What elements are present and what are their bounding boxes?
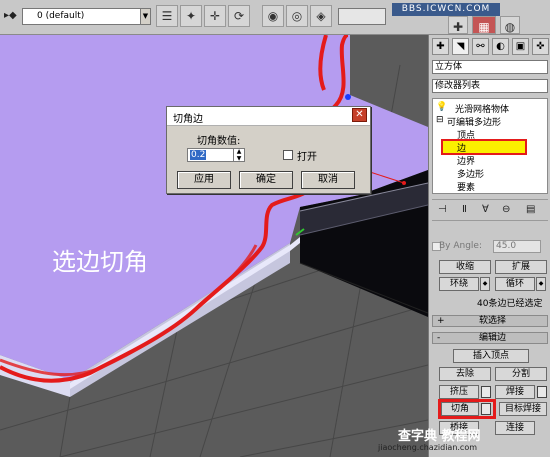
show-end-result-icon[interactable]: Ⅱ [462, 204, 467, 215]
stack-item-element[interactable]: 要素 [457, 180, 475, 193]
footer-watermark: 查字典 教程网 [398, 429, 481, 444]
spinner-arrows-icon[interactable]: ▲ ▼ [233, 148, 244, 162]
pin-stack-icon[interactable]: ⊣ [438, 204, 447, 215]
main-toolbar: ▸◆ 0 (default) ▼ ☰ ✦ ✛ ⟳ ◉ ◎ ◈ BBS.ICWCN… [0, 0, 550, 35]
environment-icon[interactable]: ◍ [500, 16, 520, 34]
weld-settings-icon[interactable] [537, 386, 547, 398]
render-setup-icon[interactable]: ◉ [262, 5, 284, 27]
chamfer-amount-label: 切角数值: [197, 136, 241, 147]
by-angle-label: By Angle: [439, 241, 483, 251]
dialog-title: 切角边 [173, 114, 203, 125]
stack-item-border[interactable]: 边界 [457, 154, 475, 167]
quick-render-icon[interactable]: ◎ [286, 5, 308, 27]
rollout-soft-selection[interactable]: + 软选择 [432, 315, 548, 327]
modifier-list-label: 修改器列表 [435, 81, 481, 91]
connect-button[interactable]: 连接 [495, 421, 535, 435]
chamfer-amount-value: 0.2 [190, 150, 207, 160]
chevron-down-icon[interactable]: ▼ [140, 8, 151, 25]
remove-button[interactable]: 去除 [439, 367, 491, 381]
perspective-viewport[interactable]: 选边切角 [0, 35, 428, 457]
layer-properties-icon[interactable]: ☰ [156, 5, 178, 27]
remove-modifier-icon[interactable]: ⊖ [502, 204, 510, 215]
apply-button[interactable]: 应用 [177, 171, 231, 189]
stack-selection-highlight [441, 139, 527, 155]
dialog-titlebar[interactable]: 切角边 ✕ [167, 107, 370, 126]
render-last-icon[interactable]: ◈ [310, 5, 332, 27]
open-checkbox[interactable] [283, 150, 293, 160]
make-unique-icon[interactable]: ∀ [482, 204, 489, 215]
stack-item-mesh-smooth[interactable]: 光滑网格物体 [455, 102, 509, 115]
select-object-icon[interactable]: ✦ [180, 5, 202, 27]
chamfer-edges-dialog: 切角边 ✕ 切角数值: 0.2 ▲ ▼ 打开 应用 确定 取消 [166, 106, 371, 194]
footer-watermark-url: jiaocheng.chazidian.com [378, 443, 478, 452]
stack-tools-row: ⊣ Ⅱ ∀ ⊖ ▤ [432, 199, 548, 221]
create-panel-icon[interactable]: ✚ [448, 16, 468, 34]
modify-tab-icon[interactable]: ◥ [452, 38, 469, 55]
open-checkbox-label: 打开 [297, 152, 317, 163]
extrude-settings-icon[interactable] [481, 386, 491, 398]
motion-tab-icon[interactable]: ◐ [492, 38, 509, 55]
hierarchy-tab-icon[interactable]: ⚯ [472, 38, 489, 55]
display-tab-icon[interactable]: ▣ [512, 38, 529, 55]
object-name-field[interactable]: 立方体 [432, 60, 548, 74]
split-button[interactable]: 分割 [495, 367, 547, 381]
extrude-button[interactable]: 挤压 [439, 385, 479, 399]
select-move-icon[interactable]: ✛ [204, 5, 226, 27]
rollout-collapse-icon: - [437, 333, 441, 343]
insert-vertex-button[interactable]: 插入顶点 [453, 349, 529, 363]
command-panel: ✚ ◥ ⚯ ◐ ▣ ✜ 立方体 修改器列表 💡 光滑网格物体 ⊟ 可编辑多边形 … [428, 35, 550, 457]
material-editor-icon[interactable]: ▦ [472, 16, 496, 34]
viewport-caption: 选边切角 [52, 248, 148, 276]
shrink-button[interactable]: 收缩 [439, 260, 491, 274]
render-type-combo[interactable] [338, 8, 386, 25]
cancel-button[interactable]: 取消 [301, 171, 355, 189]
modifier-list-dropdown[interactable]: 修改器列表 [432, 79, 548, 93]
chamfer-highlight [438, 399, 496, 419]
close-icon[interactable]: ✕ [352, 108, 367, 122]
by-angle-field[interactable]: 45.0 [493, 240, 541, 253]
grow-button[interactable]: 扩展 [495, 260, 547, 274]
ring-button[interactable]: 环绕 [439, 277, 479, 291]
3dsmax-window: ▸◆ 0 (default) ▼ ☰ ✦ ✛ ⟳ ◉ ◎ ◈ BBS.ICWCN… [0, 0, 550, 457]
weld-button[interactable]: 焊接 [495, 385, 535, 399]
modifier-stack: 💡 光滑网格物体 ⊟ 可编辑多边形 顶点 边 边界 多边形 要素 [432, 98, 548, 194]
rollout-edit-edges[interactable]: - 编辑边 [432, 332, 548, 344]
rollout-soft-selection-title: 软选择 [479, 316, 507, 326]
create-tab-icon[interactable]: ✚ [432, 38, 449, 55]
ok-button[interactable]: 确定 [239, 171, 293, 189]
ring-spinner[interactable]: ◆ [480, 277, 490, 291]
loop-button[interactable]: 循环 [495, 277, 535, 291]
target-weld-button[interactable]: 目标焊接 [499, 402, 547, 416]
configure-sets-icon[interactable]: ▤ [526, 204, 535, 215]
rollout-edit-edges-title: 编辑边 [479, 333, 507, 343]
site-watermark: BBS.ICWCN.COM [392, 3, 500, 16]
rollout-expand-icon: + [437, 316, 445, 326]
object-name-value: 立方体 [435, 62, 463, 72]
stack-item-edge[interactable]: 边 [457, 141, 466, 154]
expand-icon[interactable]: ⊟ [436, 115, 444, 125]
layer-manager-icon[interactable]: ▸◆ [4, 10, 17, 21]
select-rotate-icon[interactable]: ⟳ [228, 5, 250, 27]
stack-item-editable-poly[interactable]: 可编辑多边形 [447, 115, 501, 128]
selection-status: 40条边已经选定 [477, 299, 543, 309]
utilities-tab-icon[interactable]: ✜ [532, 38, 549, 55]
layer-dropdown[interactable]: 0 (default) [22, 8, 148, 25]
light-bulb-icon[interactable]: 💡 [436, 102, 447, 112]
by-angle-value: 45.0 [496, 241, 517, 251]
layer-dropdown-value: 0 (default) [37, 11, 85, 21]
loop-spinner[interactable]: ◆ [536, 277, 546, 291]
stack-item-polygon[interactable]: 多边形 [457, 167, 484, 180]
